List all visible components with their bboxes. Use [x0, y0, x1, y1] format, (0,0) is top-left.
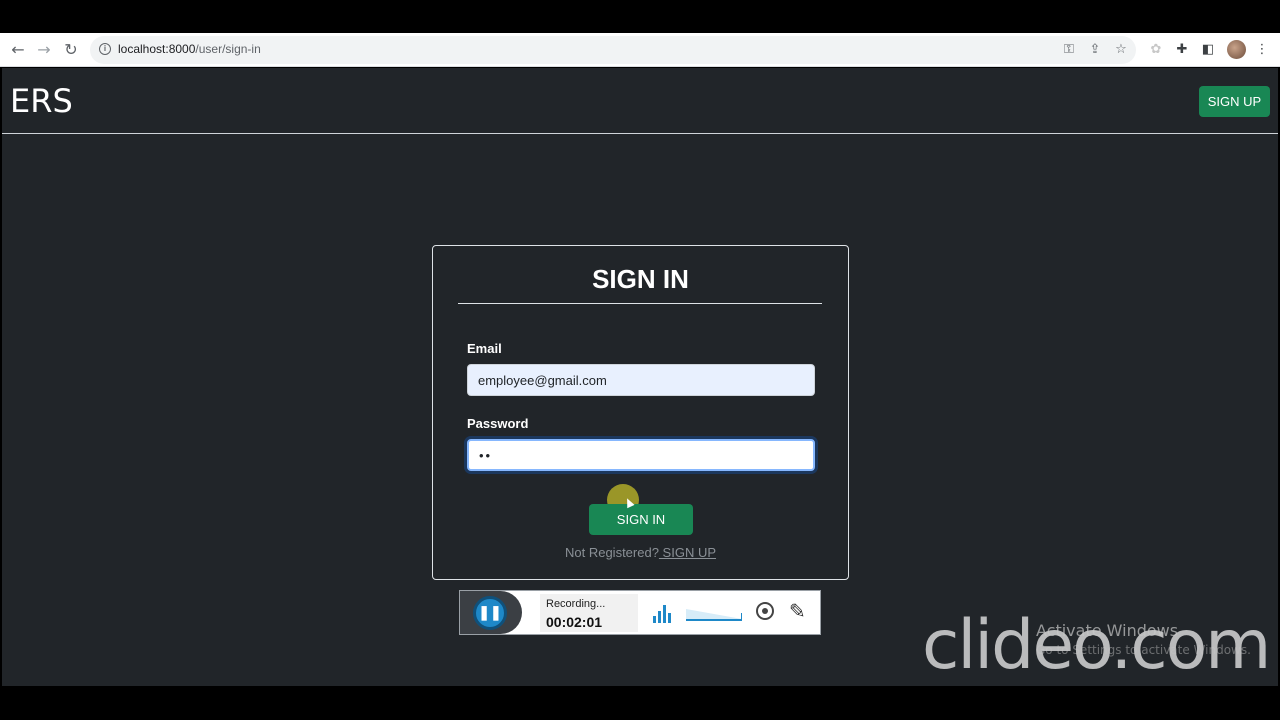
register-prompt: Not Registered? SIGN UP — [433, 545, 848, 560]
title-divider — [458, 303, 822, 304]
brand-logo[interactable]: ERS — [10, 82, 73, 120]
extension-icon[interactable]: ✿ — [1147, 41, 1165, 59]
register-prompt-text: Not Registered? — [564, 545, 659, 560]
recorder-widget: ❚❚ Recording... 00:02:01 ✎ — [459, 590, 821, 635]
password-label: Password — [467, 416, 529, 431]
url-path: /user/sign-in — [195, 42, 261, 56]
key-icon[interactable]: ⚿ — [1060, 41, 1078, 59]
reload-icon[interactable]: ↻ — [60, 39, 82, 61]
signup-button[interactable]: SIGN UP — [1199, 86, 1270, 117]
pencil-icon[interactable]: ✎ — [789, 599, 806, 623]
recorder-status: Recording... 00:02:01 — [540, 594, 638, 632]
email-field[interactable] — [467, 364, 815, 396]
address-bar[interactable]: i localhost:8000/user/sign-in ⚿ ⇪ ☆ — [90, 36, 1136, 64]
recording-timer: 00:02:01 — [546, 614, 603, 630]
back-arrow-icon[interactable]: ← — [7, 39, 29, 61]
browser-toolbar: ← → ↻ i localhost:8000/user/sign-in ⚿ ⇪ … — [0, 33, 1280, 67]
forward-arrow-icon[interactable]: → — [33, 39, 55, 61]
kebab-menu-icon[interactable]: ⋮ — [1253, 41, 1271, 59]
info-icon[interactable]: i — [99, 43, 111, 55]
volume-slider[interactable] — [686, 609, 742, 621]
star-icon[interactable]: ☆ — [1112, 41, 1130, 59]
audio-level-icon[interactable] — [653, 603, 673, 623]
url-text[interactable]: localhost:8000/user/sign-in — [118, 42, 261, 56]
activate-windows-title: Activate Windows — [1036, 621, 1179, 640]
signin-card: SIGN IN Email Password SIGN IN Not Regis… — [432, 245, 849, 580]
pause-icon[interactable]: ❚❚ — [473, 596, 507, 630]
screen-frame: ← → ↻ i localhost:8000/user/sign-in ⚿ ⇪ … — [0, 0, 1280, 720]
activate-windows-subtitle: Go to Settings to activate Windows. — [1036, 643, 1251, 657]
profile-avatar[interactable] — [1227, 40, 1246, 59]
puzzle-icon[interactable]: ✚ — [1173, 41, 1191, 59]
url-host: localhost:8000 — [118, 42, 196, 56]
register-link[interactable]: SIGN UP — [659, 545, 716, 560]
form-title: SIGN IN — [592, 264, 689, 294]
signin-button[interactable]: SIGN IN — [589, 504, 693, 535]
side-panel-icon[interactable]: ◧ — [1199, 41, 1217, 59]
recorder-cap: ❚❚ — [460, 591, 522, 634]
webcam-icon[interactable] — [756, 602, 774, 620]
email-label: Email — [467, 341, 502, 356]
share-icon[interactable]: ⇪ — [1086, 41, 1104, 59]
navbar: ERS SIGN UP — [2, 68, 1278, 134]
password-field[interactable] — [467, 439, 815, 471]
recording-label: Recording... — [546, 598, 606, 610]
